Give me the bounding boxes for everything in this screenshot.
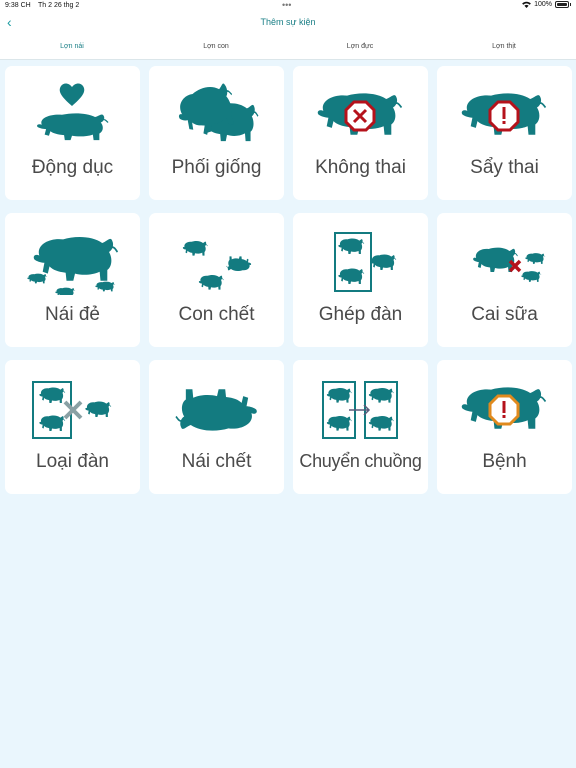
battery-percent: 100% [534, 1, 552, 8]
not-pregnant-icon [316, 92, 403, 136]
event-label: Nái chết [181, 451, 252, 472]
miscarriage-icon [460, 92, 547, 136]
tab-bar: Lợn nái Lợn con Lợn đực Lợn thịt [0, 34, 576, 60]
breeding-icon [171, 79, 259, 142]
event-grid: Động dục Phối giống Không thai Sẩy thai [5, 66, 572, 494]
event-label: Loại đàn [36, 451, 109, 472]
status-date: Th 2 26 thg 2 [38, 2, 80, 9]
status-time: 9:38 CH [5, 2, 31, 9]
event-card-disease[interactable]: Bệnh [437, 360, 572, 494]
status-bar: 9:38 CH Th 2 26 thg 2 ••• 100% [0, 0, 576, 12]
event-card-not-pregnant[interactable]: Không thai [293, 66, 428, 200]
event-label: Cai sữa [471, 304, 538, 325]
event-label: Phối giống [171, 157, 262, 178]
event-card-cull-herd[interactable]: Loại đàn [5, 360, 140, 494]
heat-icon [36, 83, 109, 141]
event-card-weaning[interactable]: Cai sữa [437, 213, 572, 347]
event-label: Nái đẻ [45, 304, 100, 325]
sow-death-icon [175, 388, 258, 432]
event-card-miscarriage[interactable]: Sẩy thai [437, 66, 572, 200]
multitask-dots-icon[interactable]: ••• [282, 0, 291, 10]
transfer-pen-icon [322, 381, 398, 439]
event-card-heat[interactable]: Động dục [5, 66, 140, 200]
tab-fattening[interactable]: Lợn thịt [432, 34, 576, 59]
farrowing-icon [27, 236, 119, 295]
tab-piglet[interactable]: Lợn con [144, 34, 288, 59]
page-title: Thêm sự kiện [260, 17, 316, 27]
event-card-merge-herd[interactable]: Ghép đàn [293, 213, 428, 347]
tab-sow[interactable]: Lợn nái [0, 34, 144, 59]
battery-icon [555, 1, 569, 8]
event-label: Ghép đàn [318, 304, 403, 325]
tab-boar[interactable]: Lợn đực [288, 34, 432, 59]
event-card-farrowing[interactable]: Nái đẻ [5, 213, 140, 347]
event-card-breeding[interactable]: Phối giống [149, 66, 284, 200]
event-card-transfer-pen[interactable]: Chuyển chuồng [293, 360, 428, 494]
event-card-sow-death[interactable]: Nái chết [149, 360, 284, 494]
event-label: Không thai [315, 157, 406, 178]
event-label: Sẩy thai [470, 157, 539, 178]
weaning-icon [472, 247, 546, 283]
nav-bar: ‹ Thêm sự kiện [0, 12, 576, 34]
wifi-icon [522, 1, 531, 8]
piglet-death-icon [182, 240, 252, 290]
battery-tip-icon [570, 3, 571, 6]
disease-icon [460, 386, 547, 430]
cull-herd-icon [32, 381, 112, 439]
merge-herd-icon [334, 232, 397, 292]
event-label: Chuyển chuồng [299, 451, 422, 471]
event-label: Con chết [178, 304, 255, 325]
event-card-piglet-death[interactable]: Con chết [149, 213, 284, 347]
status-right: 100% [522, 1, 571, 8]
event-label: Động dục [31, 157, 114, 178]
event-label: Bệnh [482, 451, 527, 472]
